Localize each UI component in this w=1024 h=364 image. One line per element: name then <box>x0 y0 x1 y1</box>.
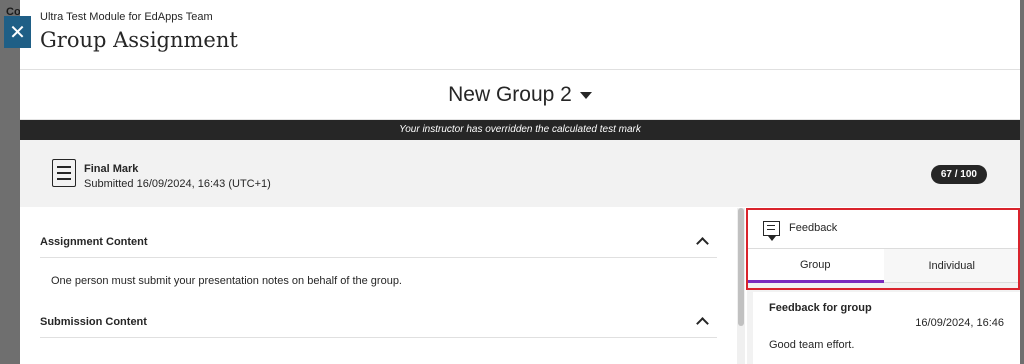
feedback-panel: Feedback Group Individual Feedback for g… <box>747 208 1020 364</box>
group-selector[interactable]: New Group 2 <box>448 83 592 107</box>
panel-header: Ultra Test Module for EdApps Team Group … <box>20 0 1020 70</box>
assignment-details: Assignment Content One person must submi… <box>40 208 717 364</box>
assignment-content-header[interactable]: Assignment Content <box>40 208 717 258</box>
chevron-up-icon[interactable] <box>696 317 709 330</box>
submitted-date: Submitted 16/09/2024, 16:43 (UTC+1) <box>84 178 271 190</box>
page-title: Group Assignment <box>40 28 238 52</box>
backdrop-left: Co <box>0 0 21 364</box>
feedback-card-title: Feedback for group <box>769 302 872 314</box>
group-feedback-card: Feedback for group 16/09/2024, 16:46 Goo… <box>753 292 1020 364</box>
section-title: Assignment Content <box>40 235 148 248</box>
course-name: Ultra Test Module for EdApps Team <box>40 11 213 23</box>
override-banner: Your instructor has overridden the calcu… <box>20 120 1020 140</box>
assignment-content-text: One person must submit your presentation… <box>51 275 402 287</box>
section-title: Submission Content <box>40 315 147 328</box>
scrollbar[interactable] <box>737 208 745 364</box>
comment-icon <box>763 220 780 241</box>
feedback-header: Feedback <box>747 208 1020 249</box>
final-mark-bar: Final Mark Submitted 16/09/2024, 16:43 (… <box>20 140 1020 207</box>
scrollbar-thumb[interactable] <box>738 208 744 326</box>
submission-content-header[interactable]: Submission Content <box>40 288 717 338</box>
final-mark-info: Final Mark Submitted 16/09/2024, 16:43 (… <box>84 162 271 192</box>
close-icon: ✕ <box>9 21 26 44</box>
feedback-title: Feedback <box>789 222 838 234</box>
checklist-icon <box>52 159 76 187</box>
assignment-panel: Ultra Test Module for EdApps Team Group … <box>20 0 1020 364</box>
content-area: Assignment Content One person must submi… <box>20 208 1020 364</box>
caret-down-icon <box>579 92 592 99</box>
tab-group[interactable]: Group <box>747 249 884 283</box>
tab-individual[interactable]: Individual <box>883 249 1020 283</box>
close-button[interactable]: ✕ <box>4 16 31 48</box>
feedback-tabs: Group Individual <box>747 249 1020 283</box>
group-selector-row: New Group 2 <box>20 70 1020 120</box>
backdrop-right <box>1020 0 1024 364</box>
chevron-up-icon[interactable] <box>696 237 709 250</box>
feedback-card-text: Good team effort. <box>769 339 855 351</box>
group-selector-value: New Group 2 <box>448 82 572 106</box>
score-badge: 67 / 100 <box>930 165 987 184</box>
feedback-card-date: 16/09/2024, 16:46 <box>915 317 1004 329</box>
final-mark-title: Final Mark <box>84 163 139 175</box>
